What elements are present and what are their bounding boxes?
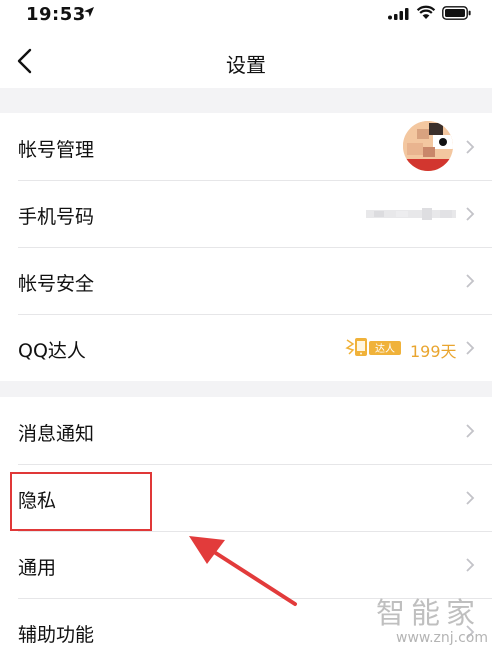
qq-expert-badge-icon: 达人	[345, 338, 401, 356]
status-bar: 19:53	[0, 0, 492, 30]
chevron-right-icon	[466, 424, 475, 438]
signal-icon	[388, 8, 409, 20]
chevron-right-icon	[466, 625, 475, 639]
row-label: 帐号管理	[18, 139, 95, 161]
chevron-right-icon	[466, 491, 475, 505]
wifi-icon	[416, 5, 436, 19]
notifications-row[interactable]: 消息通知	[0, 397, 492, 464]
row-label: 隐私	[18, 490, 57, 512]
location-arrow-icon	[84, 7, 94, 17]
masked-phone-number	[366, 208, 456, 220]
general-row[interactable]: 通用	[0, 531, 492, 598]
account-security-row[interactable]: 帐号安全	[0, 247, 492, 314]
chevron-right-icon	[466, 274, 475, 288]
accessibility-row[interactable]: 辅助功能	[0, 598, 492, 665]
avatar	[403, 121, 453, 171]
row-label: 消息通知	[18, 423, 95, 445]
row-label: QQ达人	[18, 340, 86, 362]
chevron-right-icon	[466, 140, 475, 154]
battery-icon	[442, 6, 471, 20]
chevron-right-icon	[466, 207, 475, 221]
settings-group-general: 消息通知 隐私 通用 辅助功能	[0, 397, 492, 665]
nav-bar: 设置	[0, 30, 492, 88]
row-label: 手机号码	[18, 206, 95, 228]
phone-number-row[interactable]: 手机号码	[0, 180, 492, 247]
privacy-row[interactable]: 隐私	[0, 464, 492, 531]
qq-expert-row[interactable]: QQ达人 达人 199天	[0, 314, 492, 381]
chevron-right-icon	[466, 558, 475, 572]
status-time: 19:53	[26, 4, 86, 25]
row-label: 帐号安全	[18, 273, 95, 295]
chevron-right-icon	[466, 341, 475, 355]
row-label: 辅助功能	[18, 624, 95, 646]
expert-days-count: 199天	[410, 342, 457, 361]
settings-group-account: 帐号管理 手机号码 帐号安全 QQ达人 达人 199天	[0, 113, 492, 381]
page-title: 设置	[226, 53, 266, 77]
badge-text: 达人	[375, 343, 395, 355]
account-management-row[interactable]: 帐号管理	[0, 113, 492, 180]
row-label: 通用	[18, 557, 57, 579]
